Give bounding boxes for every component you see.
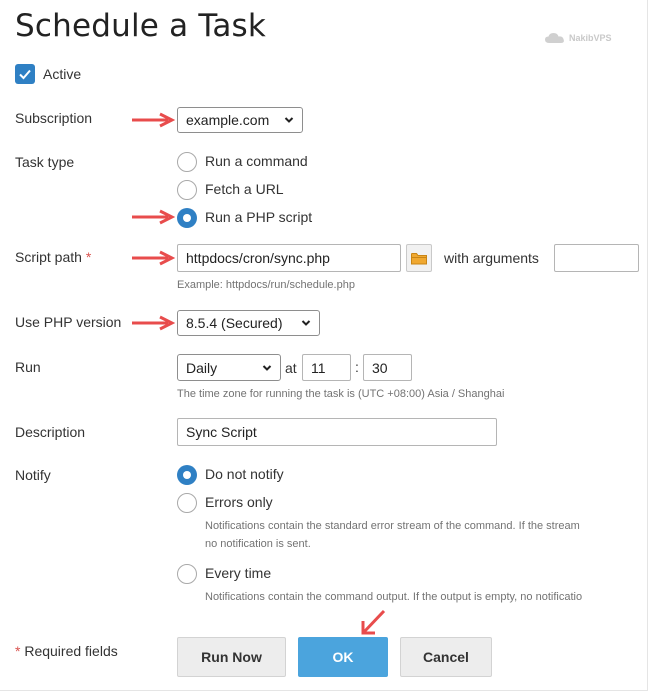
description-input[interactable]: Sync Script [177,418,497,446]
task-type-label: Task type [15,154,75,170]
checkmark-icon [19,69,31,80]
cancel-button[interactable]: Cancel [400,637,492,677]
active-checkbox[interactable] [15,64,35,84]
run-minute-input[interactable]: 30 [363,354,412,381]
radio-do-not-notify[interactable] [177,465,197,485]
errors-only-hint-line2: no notification is sent. [205,538,311,550]
with-arguments-label: with arguments [444,250,539,266]
radio-run-php-script[interactable] [177,208,197,228]
required-fields-note: * Required fields [15,643,118,659]
radio-run-command-label: Run a command [205,153,308,169]
radio-errors-only-label: Errors only [205,494,273,510]
errors-only-hint-line1: Notifications contain the standard error… [205,520,580,532]
run-hour-input[interactable]: 11 [302,354,351,381]
arguments-input[interactable] [554,244,639,272]
run-frequency-select[interactable]: Daily [177,354,281,381]
description-value: Sync Script [186,424,257,440]
radio-every-time[interactable] [177,564,197,584]
annotation-arrow-icon [132,315,175,331]
script-path-hint: Example: httpdocs/run/schedule.php [177,279,355,291]
radio-fetch-url[interactable] [177,180,197,200]
chevron-down-icon [301,320,311,326]
subscription-label: Subscription [15,110,93,126]
time-separator: : [355,359,359,375]
notify-label: Notify [15,467,51,483]
annotation-arrow-icon [132,250,175,266]
subscription-select[interactable]: example.com [177,107,303,133]
subscription-value: example.com [186,112,270,128]
required-mark: * [85,249,92,265]
page-title: Schedule a Task [15,8,267,44]
run-now-button[interactable]: Run Now [177,637,286,677]
cloud-icon [545,33,564,43]
chevron-down-icon [284,117,294,123]
php-version-value: 8.5.4 (Secured) [186,315,283,331]
active-label: Active [43,66,82,82]
run-at-label: at [285,360,297,376]
radio-run-php-script-label: Run a PHP script [205,209,313,225]
script-path-value: httpdocs/cron/sync.php [186,250,330,266]
annotation-arrow-icon [132,112,175,128]
script-path-input[interactable]: httpdocs/cron/sync.php [177,244,401,272]
radio-do-not-notify-label: Do not notify [205,466,284,482]
annotation-arrow-icon [132,209,175,225]
php-version-label: Use PHP version [15,314,122,330]
watermark-text: NakibVPS [569,33,612,43]
run-hour-value: 11 [311,359,326,376]
radio-run-command[interactable] [177,152,197,172]
annotation-arrow-icon [361,609,386,635]
browse-folder-button[interactable] [406,244,432,272]
run-minute-value: 30 [372,359,388,376]
php-version-select[interactable]: 8.5.4 (Secured) [177,310,320,336]
radio-fetch-url-label: Fetch a URL [205,181,284,197]
run-frequency-value: Daily [186,359,218,376]
timezone-hint: The time zone for running the task is (U… [177,388,505,400]
radio-every-time-label: Every time [205,565,272,581]
run-label: Run [15,359,41,375]
watermark: NakibVPS [544,32,612,44]
radio-errors-only[interactable] [177,493,197,513]
required-fields-text: Required fields [20,643,118,659]
script-path-label: Script path * [15,249,92,265]
description-label: Description [15,424,86,440]
every-time-hint: Notifications contain the command output… [205,591,583,603]
chevron-down-icon [262,364,272,371]
folder-icon [411,252,427,264]
ok-button[interactable]: OK [298,637,388,677]
